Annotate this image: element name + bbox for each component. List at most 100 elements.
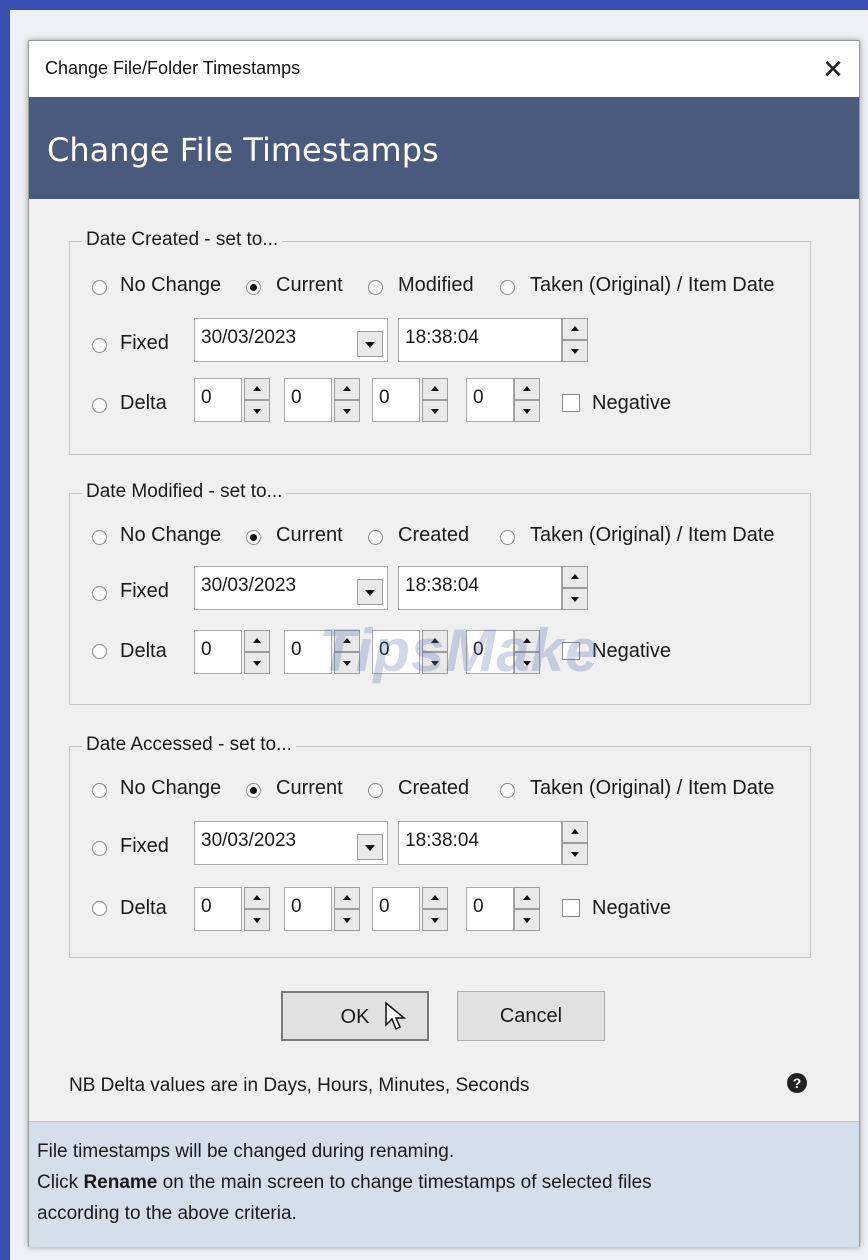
delta-days-input[interactable]: 0 — [194, 630, 242, 674]
spin-down-icon[interactable] — [422, 909, 448, 931]
delta-days-spinner[interactable] — [244, 630, 270, 674]
radio-label: Taken (Original) / Item Date — [530, 524, 775, 546]
page-title: Change File Timestamps — [47, 131, 439, 169]
delta-days-input[interactable]: 0 — [194, 378, 242, 422]
cancel-button[interactable]: Cancel — [457, 991, 605, 1041]
time-field[interactable]: 18:38:04 — [398, 821, 562, 865]
delta-hours-spinner[interactable] — [334, 378, 360, 422]
delta-minutes-input[interactable]: 0 — [372, 887, 420, 931]
delta-minutes-spinner[interactable] — [422, 887, 448, 931]
checkbox-label: Negative — [592, 897, 671, 919]
radio-delta[interactable] — [92, 644, 107, 659]
delta-seconds-spinner[interactable] — [514, 887, 540, 931]
radio-label: Fixed — [120, 332, 169, 354]
timestamps-dialog: Change File/Folder Timestamps ✕ Change F… — [28, 40, 860, 1247]
radio-fixed[interactable] — [92, 586, 107, 601]
delta-minutes-spinner[interactable] — [422, 378, 448, 422]
spin-up-icon[interactable] — [562, 318, 588, 340]
delta-value: 0 — [201, 387, 212, 408]
time-spinner[interactable] — [562, 821, 588, 865]
spin-up-icon[interactable] — [514, 887, 540, 909]
delta-value: 0 — [473, 387, 484, 408]
radio-taken-date[interactable] — [500, 530, 515, 545]
radio-label: No Change — [120, 274, 222, 296]
delta-days-input[interactable]: 0 — [194, 887, 242, 931]
delta-hours-input[interactable]: 0 — [284, 887, 332, 931]
time-spinner[interactable] — [562, 318, 588, 362]
delta-days-spinner[interactable] — [244, 378, 270, 422]
chevron-down-icon[interactable] — [357, 834, 383, 860]
delta-row: Delta 0 0 0 0 Negative — [70, 887, 810, 937]
footer-text: on the main screen to change timestamps … — [157, 1172, 652, 1193]
time-field[interactable]: 18:38:04 — [398, 566, 562, 610]
spin-up-icon[interactable] — [244, 378, 270, 400]
delta-minutes-input[interactable]: 0 — [372, 378, 420, 422]
radio-fixed[interactable] — [92, 338, 107, 353]
radio-current[interactable] — [246, 783, 261, 798]
header-banner: Change File Timestamps — [29, 97, 859, 199]
time-spinner[interactable] — [562, 566, 588, 610]
spin-down-icon[interactable] — [562, 843, 588, 865]
checkbox-label: Negative — [592, 392, 671, 414]
spin-up-icon[interactable] — [562, 821, 588, 843]
watermark-logo: TipsMake — [319, 617, 600, 684]
radio-current[interactable] — [246, 280, 261, 295]
spin-down-icon[interactable] — [514, 909, 540, 931]
chevron-down-icon[interactable] — [357, 331, 383, 357]
delta-row: Delta 0 0 0 0 Negative — [70, 378, 810, 428]
spin-down-icon[interactable] — [244, 909, 270, 931]
time-field[interactable]: 18:38:04 — [398, 318, 562, 362]
radio-modified[interactable] — [368, 280, 383, 295]
spin-down-icon[interactable] — [244, 400, 270, 422]
spin-down-icon[interactable] — [514, 400, 540, 422]
help-icon[interactable]: ? — [787, 1073, 807, 1093]
spin-up-icon[interactable] — [422, 378, 448, 400]
spin-up-icon[interactable] — [514, 378, 540, 400]
negative-checkbox[interactable] — [562, 899, 580, 917]
delta-hours-spinner[interactable] — [334, 887, 360, 931]
radio-taken-date[interactable] — [500, 783, 515, 798]
radio-fixed[interactable] — [92, 841, 107, 856]
delta-seconds-input[interactable]: 0 — [466, 887, 514, 931]
radio-taken-date[interactable] — [500, 280, 515, 295]
delta-seconds-input[interactable]: 0 — [466, 378, 514, 422]
radio-delta[interactable] — [92, 398, 107, 413]
delta-value: 0 — [379, 387, 390, 408]
spin-down-icon[interactable] — [334, 909, 360, 931]
date-picker[interactable]: 30/03/2023 — [194, 566, 388, 610]
spin-down-icon[interactable] — [334, 400, 360, 422]
close-icon[interactable]: ✕ — [813, 49, 853, 89]
spin-down-icon[interactable] — [422, 400, 448, 422]
option-row: No Change Current Created Taken (Origina… — [70, 769, 810, 809]
delta-seconds-spinner[interactable] — [514, 378, 540, 422]
spin-up-icon[interactable] — [422, 887, 448, 909]
radio-no-change[interactable] — [92, 280, 107, 295]
radio-label: Modified — [398, 274, 474, 296]
delta-hours-input[interactable]: 0 — [284, 378, 332, 422]
radio-no-change[interactable] — [92, 530, 107, 545]
footer-text: Click — [37, 1172, 84, 1193]
date-picker[interactable]: 30/03/2023 — [194, 821, 388, 865]
spin-up-icon[interactable] — [562, 566, 588, 588]
spin-down-icon[interactable] — [244, 652, 270, 674]
radio-current[interactable] — [246, 530, 261, 545]
title-bar: Change File/Folder Timestamps ✕ — [29, 41, 859, 97]
option-row: No Change Current Modified Taken (Origin… — [70, 266, 810, 306]
spin-up-icon[interactable] — [244, 887, 270, 909]
radio-created[interactable] — [368, 783, 383, 798]
spin-up-icon[interactable] — [244, 630, 270, 652]
negative-checkbox[interactable] — [562, 394, 580, 412]
radio-no-change[interactable] — [92, 783, 107, 798]
group-legend: Date Accessed - set to... — [82, 734, 296, 756]
date-picker[interactable]: 30/03/2023 — [194, 318, 388, 362]
spin-down-icon[interactable] — [562, 340, 588, 362]
chevron-down-icon[interactable] — [357, 579, 383, 605]
spin-down-icon[interactable] — [562, 588, 588, 610]
spin-up-icon[interactable] — [334, 378, 360, 400]
radio-created[interactable] — [368, 530, 383, 545]
delta-days-spinner[interactable] — [244, 887, 270, 931]
radio-label: Delta — [120, 897, 167, 919]
spin-up-icon[interactable] — [334, 887, 360, 909]
radio-delta[interactable] — [92, 901, 107, 916]
delta-value: 0 — [201, 896, 212, 917]
